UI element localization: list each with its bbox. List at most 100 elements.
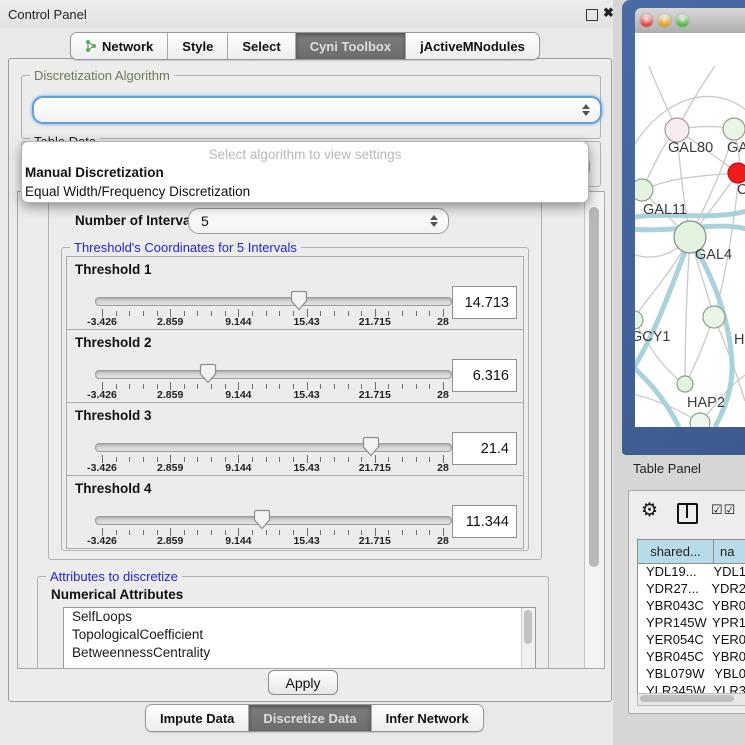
tab-impute-data[interactable]: Impute Data <box>146 705 248 731</box>
float-window-icon[interactable] <box>586 9 598 21</box>
tick-mark <box>416 457 417 462</box>
tab-discretize-data[interactable]: Discretize Data <box>248 705 370 731</box>
tick-mark <box>388 384 389 389</box>
tick-label: 15.43 <box>293 462 319 474</box>
threshold-value-field[interactable]: 6.316 <box>452 359 517 392</box>
tick-mark <box>211 311 212 316</box>
pane-scrollbar[interactable] <box>584 192 604 668</box>
dropdown-option[interactable]: Manual Discretization <box>22 164 588 183</box>
list-scrollbar[interactable] <box>521 608 535 669</box>
tick-mark <box>129 311 130 316</box>
group-title: Attributes to discretize <box>46 569 182 584</box>
tick-mark <box>293 530 294 535</box>
tick-mark <box>429 457 430 462</box>
tick-mark <box>184 530 185 535</box>
table-hscrollbar[interactable] <box>637 693 745 706</box>
node-table[interactable]: shared...na YDL19...YDL1YDR27...YDR2YBR0… <box>637 539 745 694</box>
split-columns-icon[interactable] <box>677 503 698 524</box>
numerical-attributes-label: Numerical Attributes <box>51 587 183 602</box>
slider-thumb[interactable] <box>362 436 380 457</box>
threshold-value-field[interactable]: 11.344 <box>452 505 517 538</box>
table-row[interactable]: YDL19...YDL1 <box>638 564 745 581</box>
node-label: C <box>737 182 745 198</box>
num-intervals-combobox[interactable]: 5 <box>188 208 449 234</box>
table-hscrollbar-thumb[interactable] <box>640 695 734 702</box>
tick-mark <box>143 311 144 316</box>
network-window-titlebar <box>635 8 745 34</box>
table-cell: YBR0 <box>708 598 745 615</box>
threshold-value-field[interactable]: 14.713 <box>452 286 517 319</box>
apply-button[interactable]: Apply <box>268 670 338 695</box>
pane-scrollbar-thumb[interactable] <box>589 207 599 567</box>
list-item[interactable]: BetweennessCentrality <box>64 644 535 662</box>
threshold-row: Threshold 2-3.4262.8599.14415.4321.71528… <box>66 329 524 403</box>
node-label: GA <box>727 140 745 156</box>
algorithm-combobox[interactable] <box>32 96 602 124</box>
slider-tick-labels: -3.4262.8599.14415.4321.71528 <box>102 389 443 401</box>
table-row[interactable]: YBR043CYBR0 <box>638 598 745 615</box>
network-node[interactable] <box>690 413 710 427</box>
table-row[interactable]: YER054CYER0 <box>638 632 745 649</box>
table-row[interactable]: YBL079WYBL0 <box>638 666 745 683</box>
zoom-traffic-light-icon[interactable] <box>676 14 689 27</box>
threshold-value-field[interactable]: 21.4 <box>452 432 517 465</box>
table-row[interactable]: YPR145WYPR1 <box>638 615 745 632</box>
slider-track[interactable] <box>95 443 452 452</box>
tick-mark <box>197 384 198 389</box>
tick-label: -3.426 <box>87 535 117 547</box>
table-cell: YBL0 <box>710 666 745 683</box>
table-row[interactable]: YDR27...YDR2 <box>638 581 745 598</box>
slider-track[interactable] <box>95 370 452 379</box>
tab-cyni-toolbox[interactable]: Cyni Toolbox <box>295 33 405 59</box>
table-cell: YER0 <box>708 632 745 649</box>
tick-mark <box>184 311 185 316</box>
gear-icon[interactable]: ⚙ <box>641 499 658 522</box>
tick-mark <box>334 311 335 316</box>
tick-mark <box>279 384 280 389</box>
tick-mark <box>402 311 403 316</box>
tick-mark <box>320 311 321 316</box>
dropdown-options: Manual DiscretizationEqual Width/Frequen… <box>22 164 588 202</box>
slider-thumb[interactable] <box>253 509 271 530</box>
tick-label: 21.715 <box>359 389 391 401</box>
network-node[interactable] <box>703 306 725 328</box>
slider-track[interactable] <box>95 297 452 306</box>
network-node[interactable] <box>728 163 745 183</box>
minimize-traffic-light-icon[interactable] <box>658 14 671 27</box>
network-node[interactable] <box>723 118 745 140</box>
numerical-attributes-list[interactable]: SelfLoopsTopologicalCoefficientBetweenne… <box>63 607 536 669</box>
column-header[interactable]: na <box>714 540 745 563</box>
slider-track[interactable] <box>95 516 452 525</box>
list-scrollbar-thumb[interactable] <box>524 610 532 644</box>
network-node[interactable] <box>635 311 643 329</box>
network-view-canvas[interactable]: GAL80GACGAL11GAL4GCY1HHAP2 <box>635 33 745 427</box>
list-item[interactable]: SelfLoops <box>64 608 535 626</box>
table-cell: YBR0 <box>708 649 745 666</box>
list-item[interactable]: TopologicalCoefficient <box>64 626 535 644</box>
tick-label: 2.859 <box>157 316 183 328</box>
tab-style[interactable]: Style <box>167 33 227 59</box>
table-row[interactable]: YBR045CYBR0 <box>638 649 745 666</box>
tab-select[interactable]: Select <box>227 33 294 59</box>
slider-thumb[interactable] <box>290 290 308 311</box>
tab-infer-network[interactable]: Infer Network <box>371 705 483 731</box>
network-node[interactable] <box>677 376 693 392</box>
tick-mark <box>402 384 403 389</box>
select-columns-icon[interactable]: ☑☑ <box>711 502 736 518</box>
table-header-row: shared...na <box>638 540 745 564</box>
tick-mark <box>143 457 144 462</box>
panel-title: Control Panel <box>8 7 87 22</box>
dropdown-option[interactable]: Equal Width/Frequency Discretization <box>22 183 588 202</box>
tab-jactivemnodules[interactable]: jActiveMNodules <box>405 33 539 59</box>
slider-thumb[interactable] <box>199 363 217 384</box>
tick-label: -3.426 <box>87 316 117 328</box>
network-node[interactable] <box>635 179 653 201</box>
column-header[interactable]: shared... <box>638 540 714 563</box>
tick-label: 9.144 <box>225 316 251 328</box>
tick-mark <box>279 457 280 462</box>
network-node[interactable] <box>665 118 689 142</box>
table-cell: YBR043C <box>638 598 708 615</box>
tick-mark <box>252 530 253 535</box>
tab-network[interactable]: Network <box>71 33 167 59</box>
close-traffic-light-icon[interactable] <box>640 14 653 27</box>
